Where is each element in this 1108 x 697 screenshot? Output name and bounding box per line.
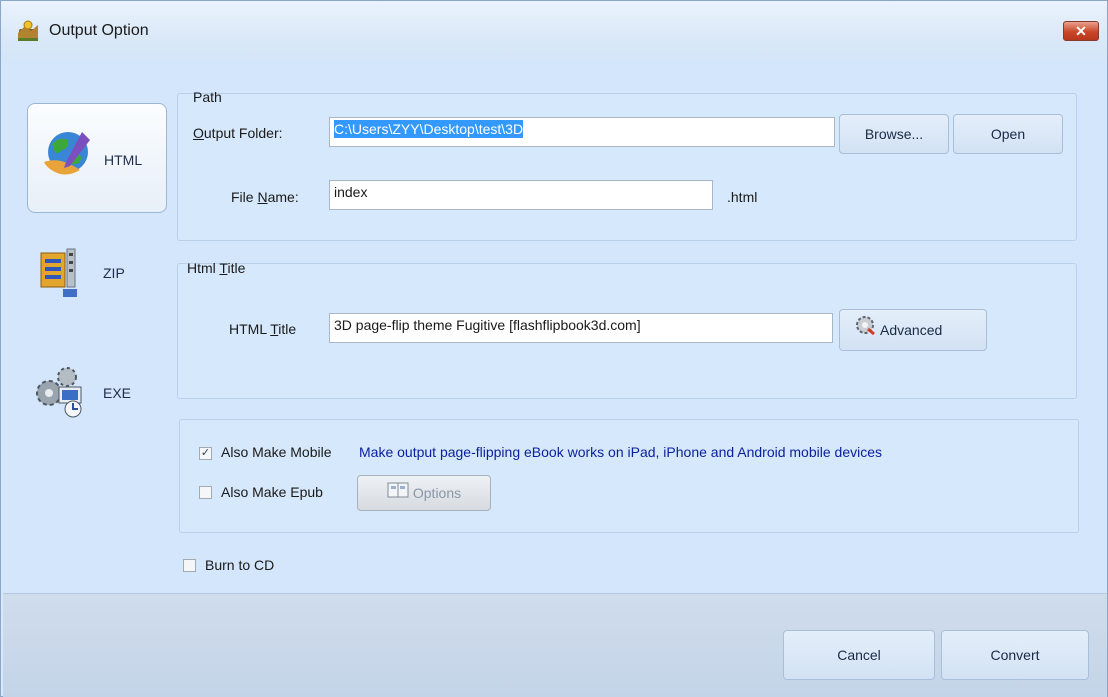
nav-label-zip: ZIP — [103, 265, 125, 281]
nav-label-exe: EXE — [103, 385, 132, 401]
mobile-description: Make output page-flipping eBook works on… — [359, 444, 882, 460]
html-title-label: HTML Title — [229, 321, 297, 337]
title-bar: Output Option ✕ — [1, 1, 1107, 63]
nav-item-html[interactable]: HTML — [27, 103, 167, 213]
also-make-mobile-label: Also Make Mobile — [221, 444, 332, 460]
advanced-button[interactable]: Advanced — [839, 309, 987, 351]
file-name-label: File Name: — [231, 189, 299, 205]
output-folder-input[interactable]: C:\Users\ZYY\Desktop\test\3D — [329, 117, 835, 147]
close-button[interactable]: ✕ — [1063, 21, 1099, 41]
nav-item-exe[interactable]: EXE — [27, 359, 167, 423]
html-title-input[interactable]: 3D page-flip theme Fugitive [flashflipbo… — [329, 313, 833, 343]
also-make-epub-checkbox[interactable] — [199, 486, 212, 499]
file-extension-label: .html — [727, 189, 758, 205]
output-folder-label: Output Folder: — [193, 125, 283, 141]
settings-icon — [854, 311, 876, 351]
browse-button[interactable]: Browse... — [839, 114, 949, 154]
zip-archive-icon — [39, 247, 87, 302]
book-icon — [387, 477, 409, 511]
also-make-mobile-checkbox[interactable]: ✓ — [199, 447, 212, 460]
app-icon — [15, 19, 41, 43]
dialog-content: HTML ZIP EXE Path Output Folder: C:\User… — [3, 63, 1107, 593]
also-make-epub-label: Also Make Epub — [221, 484, 323, 500]
output-option-dialog: Output Option ✕ HTML ZIP EXE Path Output… — [0, 0, 1108, 697]
dialog-footer: Cancel Convert — [3, 593, 1107, 697]
globe-icon — [40, 126, 96, 185]
epub-options-button[interactable]: Options — [357, 475, 491, 511]
html-title-group-title: Html Title — [187, 260, 246, 276]
burn-to-cd-label: Burn to CD — [205, 557, 275, 573]
window-title: Output Option — [49, 22, 149, 39]
convert-button[interactable]: Convert — [941, 630, 1089, 680]
cancel-button[interactable]: Cancel — [783, 630, 935, 680]
gears-icon — [33, 363, 89, 422]
nav-label-html: HTML — [104, 152, 143, 168]
burn-to-cd-checkbox[interactable] — [183, 559, 196, 572]
path-group-title: Path — [193, 89, 222, 105]
options-group — [179, 419, 1079, 533]
nav-item-zip[interactable]: ZIP — [27, 243, 167, 303]
close-icon: ✕ — [1075, 23, 1087, 39]
file-name-input[interactable]: index — [329, 180, 713, 210]
open-button[interactable]: Open — [953, 114, 1063, 154]
